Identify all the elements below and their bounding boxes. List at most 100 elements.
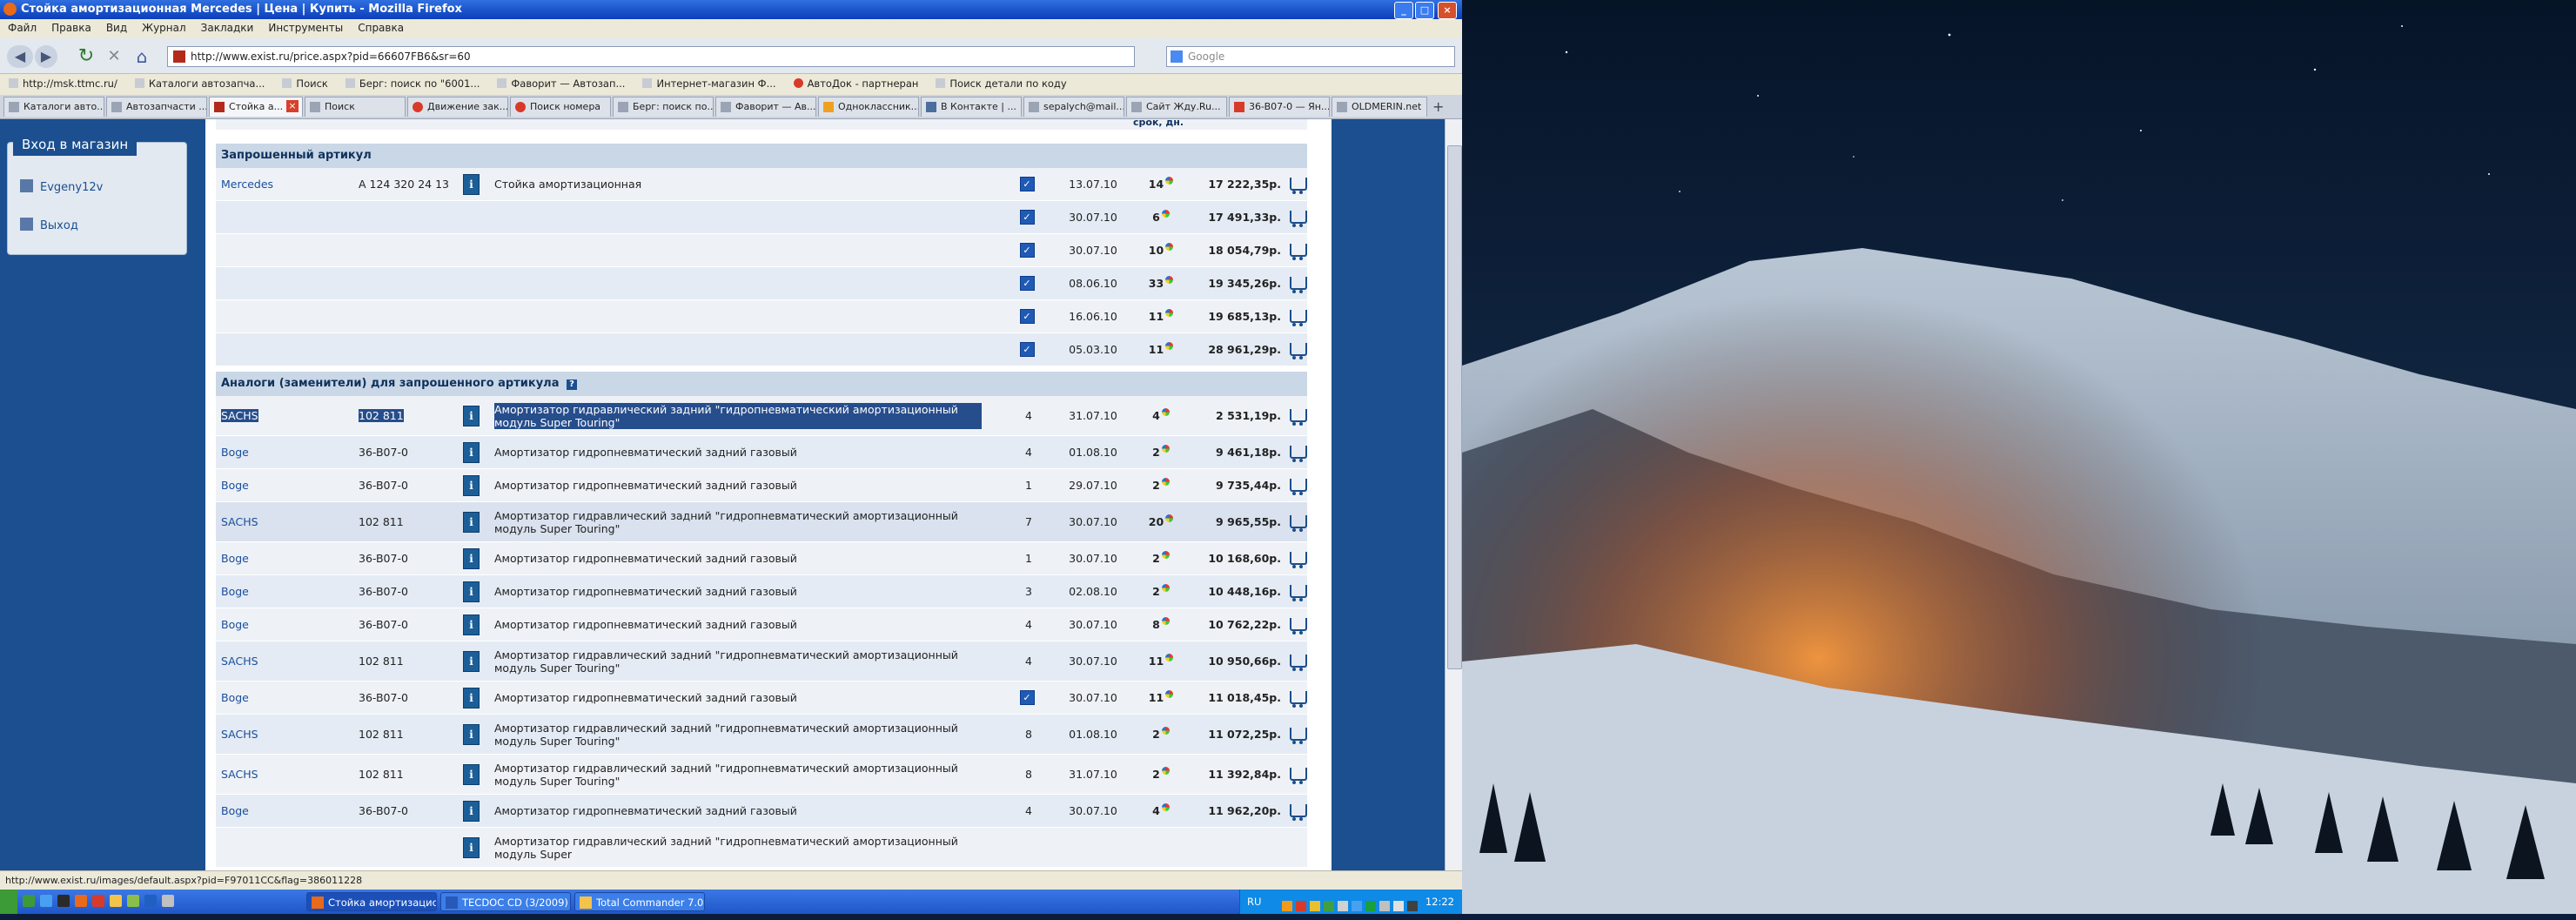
tab-item[interactable]: Фаворит — Ав... [715, 97, 816, 117]
menu-edit[interactable]: Правка [44, 19, 98, 34]
brand-link[interactable]: SACHS [221, 768, 258, 781]
forward-button[interactable]: ▶ [35, 45, 57, 68]
tab-item[interactable]: sepalych@mail.... [1023, 97, 1124, 117]
brand-link[interactable]: Boge [221, 691, 249, 704]
tray-icon[interactable] [1310, 901, 1320, 911]
tray-icon[interactable] [1379, 901, 1390, 911]
checkbox[interactable]: ✓ [1019, 690, 1035, 705]
tab-item[interactable]: 36-B07-0 — Ян... [1229, 97, 1330, 117]
checkbox[interactable]: ✓ [1019, 243, 1035, 258]
tab-item[interactable]: В Контакте | ... [921, 97, 1022, 117]
info-icon[interactable]: i [463, 441, 480, 463]
maximize-button[interactable]: □ [1415, 2, 1434, 19]
stop-button[interactable]: ✕ [103, 45, 125, 68]
info-icon[interactable]: i [463, 547, 480, 569]
reload-button[interactable]: ↻ [75, 45, 97, 68]
menu-view[interactable]: Вид [98, 19, 134, 34]
brand-link[interactable]: Boge [221, 479, 249, 492]
start-button[interactable] [0, 890, 17, 914]
taskbar-item[interactable]: TECDOC CD (3/2009) ... [440, 892, 571, 911]
brand-link[interactable]: SACHS [221, 409, 258, 422]
info-icon[interactable]: i [463, 405, 480, 426]
cart-icon[interactable] [1290, 343, 1307, 359]
address-bar[interactable]: http://www.exist.ru/price.aspx?pid=66607… [167, 46, 1135, 67]
menu-bookmarks[interactable]: Закладки [193, 19, 261, 34]
tab-item[interactable]: Поиск [305, 97, 406, 117]
bookmark-item[interactable]: АвтоДок - партнеран [785, 74, 928, 90]
tray-icon[interactable] [1407, 901, 1418, 911]
cart-icon[interactable] [1290, 244, 1307, 260]
page-scrollbar[interactable] [1445, 119, 1462, 870]
tray-icon[interactable] [1352, 901, 1362, 911]
logout-link[interactable]: Выход [20, 218, 78, 232]
tray-icon[interactable] [1296, 901, 1306, 911]
brand-link[interactable]: Boge [221, 446, 249, 459]
cart-icon[interactable] [1290, 655, 1307, 671]
cart-icon[interactable] [1290, 552, 1307, 568]
bookmark-item[interactable]: Поиск [273, 74, 336, 90]
taskbar-item[interactable]: Стойка амортизацион... [306, 892, 437, 911]
tab-item[interactable]: Каталоги авто... [3, 97, 104, 117]
tab-item[interactable]: Поиск номера [510, 97, 611, 117]
bookmark-item[interactable]: Берг: поиск по "6001... [337, 74, 489, 90]
cart-icon[interactable] [1290, 409, 1307, 426]
info-icon[interactable]: i [463, 763, 480, 785]
scrollbar-thumb[interactable] [1447, 145, 1462, 669]
brand-link[interactable]: SACHS [221, 728, 258, 741]
brand-link[interactable]: Mercedes [221, 168, 352, 200]
cart-icon[interactable] [1290, 618, 1307, 635]
tab-item[interactable]: Сайт Жду.Ru... [1126, 97, 1227, 117]
tab-item[interactable]: Берг: поиск по... [613, 97, 714, 117]
app-icon[interactable] [110, 895, 122, 907]
home-button[interactable]: ⌂ [131, 45, 153, 68]
search-input[interactable]: Google [1166, 46, 1455, 67]
new-tab-button[interactable]: + [1432, 98, 1444, 115]
bookmark-item[interactable]: Интернет-магазин Ф... [634, 74, 784, 90]
brand-link[interactable]: Boge [221, 552, 249, 565]
info-icon[interactable]: i [463, 650, 480, 672]
tray-icon[interactable] [1324, 901, 1334, 911]
checkbox[interactable]: ✓ [1019, 342, 1035, 357]
brand-link[interactable]: Boge [221, 804, 249, 817]
info-icon[interactable]: i [463, 474, 480, 496]
close-button[interactable]: × [1438, 2, 1457, 19]
menu-file[interactable]: Файл [0, 19, 44, 34]
info-icon[interactable]: i [463, 800, 480, 822]
volume-icon[interactable] [1393, 901, 1404, 911]
info-icon[interactable]: i [463, 581, 480, 602]
info-icon[interactable]: i [463, 511, 480, 533]
cart-icon[interactable] [1290, 585, 1307, 601]
firefox-icon[interactable] [75, 895, 87, 907]
menu-tools[interactable]: Инструменты [260, 19, 350, 34]
info-icon[interactable]: i [463, 173, 480, 195]
brand-link[interactable]: Boge [221, 618, 249, 631]
brand-link[interactable]: SACHS [221, 515, 258, 528]
cart-icon[interactable] [1290, 178, 1307, 194]
cart-icon[interactable] [1290, 804, 1307, 821]
brand-link[interactable]: SACHS [221, 655, 258, 668]
bookmark-item[interactable]: Фаворит — Автозап... [488, 74, 634, 90]
tab-item[interactable]: OLDMERIN.net [1332, 97, 1427, 117]
info-icon[interactable]: i [463, 723, 480, 745]
minimize-button[interactable]: _ [1394, 2, 1413, 19]
tab-item[interactable]: Движение зак... [407, 97, 508, 117]
checkbox[interactable]: ✓ [1019, 276, 1035, 291]
user-link[interactable]: Evgeny12v [20, 179, 103, 194]
info-icon[interactable]: i [463, 687, 480, 708]
bookmark-item[interactable]: Каталоги автозапча... [126, 74, 274, 90]
app-icon[interactable] [127, 895, 139, 907]
info-icon[interactable]: i [463, 614, 480, 635]
tray-icon[interactable] [1338, 901, 1348, 911]
cart-icon[interactable] [1290, 277, 1307, 293]
help-icon[interactable]: ? [567, 379, 577, 390]
bookmark-item[interactable]: http://msk.ttmc.ru/ [0, 74, 126, 90]
brand-link[interactable]: Boge [221, 585, 249, 598]
close-tab-icon[interactable]: × [286, 100, 299, 112]
tray-icon[interactable] [1365, 901, 1376, 911]
cart-icon[interactable] [1290, 691, 1307, 708]
tab-item[interactable]: Автозапчасти ... [106, 97, 207, 117]
app-icon[interactable] [92, 895, 104, 907]
tray-icon[interactable] [1282, 901, 1292, 911]
app-icon[interactable] [23, 895, 35, 907]
back-button[interactable]: ◀ [7, 45, 33, 68]
